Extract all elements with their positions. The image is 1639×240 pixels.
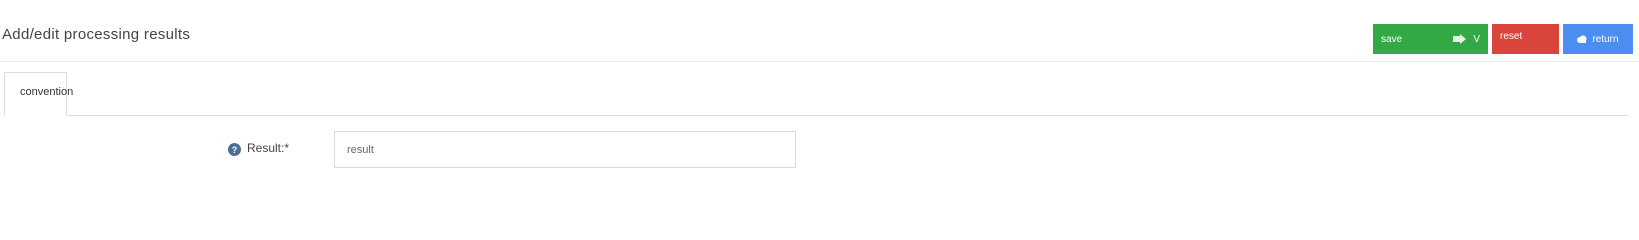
tab-convention[interactable]: convention [4, 72, 73, 116]
export-icon [1453, 34, 1467, 44]
reset-button-label: reset [1500, 31, 1523, 42]
result-label: Result:* [247, 141, 290, 155]
page-header: Add/edit processing results save V reset… [0, 0, 1639, 62]
reset-button[interactable]: reset [1492, 24, 1559, 54]
page-title: Add/edit processing results [2, 26, 191, 43]
save-button-label: save [1381, 33, 1403, 45]
result-input[interactable] [334, 131, 796, 168]
svg-text:?: ? [232, 145, 238, 155]
result-form-row: ? Result:* [0, 128, 1639, 168]
help-icon[interactable]: ? [228, 143, 241, 156]
save-button[interactable]: save V [1373, 24, 1488, 54]
return-button-label: return [1592, 33, 1619, 45]
tab-bar: convention [4, 72, 1629, 116]
return-button[interactable]: return [1563, 24, 1633, 54]
save-button-extra: V [1453, 34, 1480, 45]
save-button-suffix: V [1473, 33, 1480, 45]
toolbar: save V reset return [1373, 24, 1633, 54]
cloud-icon [1577, 35, 1587, 43]
